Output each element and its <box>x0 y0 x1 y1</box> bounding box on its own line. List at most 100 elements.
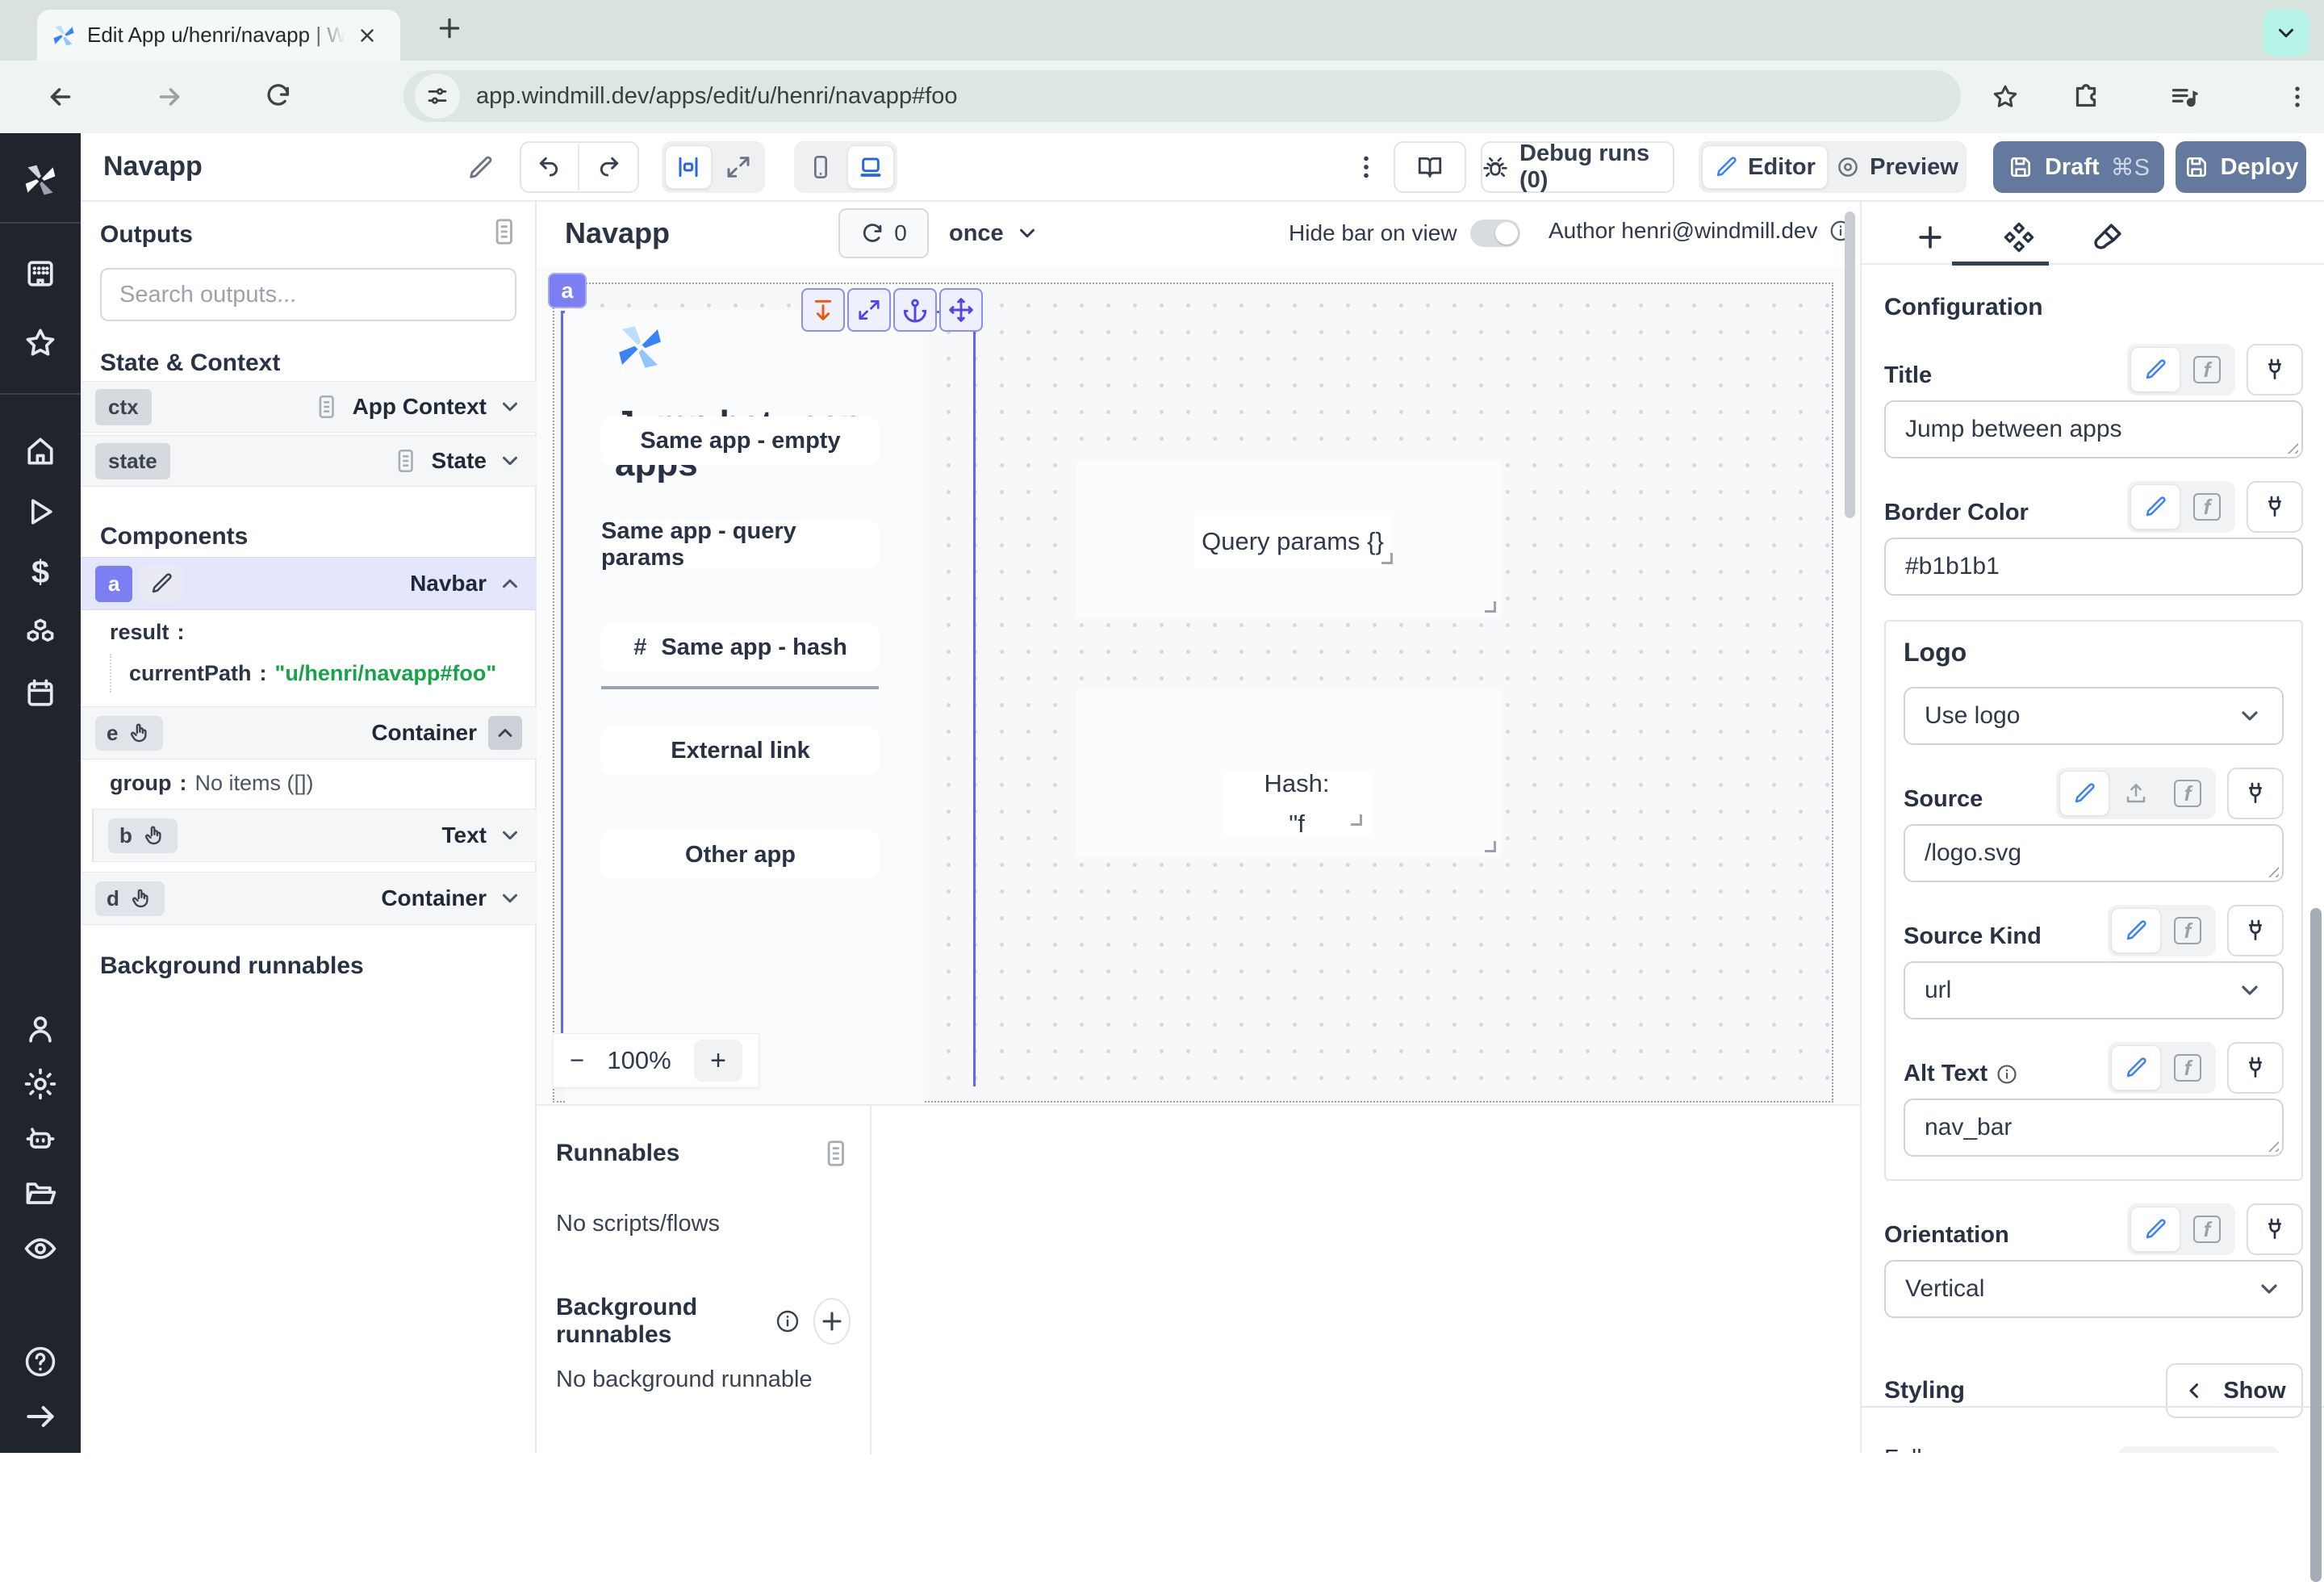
sidebar-item-users[interactable] <box>23 1011 58 1047</box>
source-kind-select[interactable]: url <box>1904 961 2284 1019</box>
query-params-container[interactable]: Query params {} <box>1076 462 1501 617</box>
current-path-row[interactable]: currentPath: "u/henri/navapp#foo" <box>110 654 496 693</box>
forward-button[interactable] <box>141 69 198 125</box>
deploy-button[interactable]: Deploy <box>2176 141 2306 193</box>
component-right-bound[interactable] <box>973 311 976 1086</box>
source-input[interactable]: /logo.svg <box>1904 824 2284 882</box>
static-input-button[interactable] <box>2130 484 2180 529</box>
browser-tab[interactable]: Edit App u/henri/navapp | Win <box>37 10 400 61</box>
debug-runs-button[interactable]: Debug runs (0) <box>1481 141 1674 193</box>
static-input-button[interactable] <box>2111 1045 2161 1090</box>
orientation-select[interactable]: Vertical <box>1884 1260 2303 1318</box>
fx-input-button[interactable]: f <box>2182 347 2232 392</box>
run-mode-select[interactable]: once <box>949 213 1039 253</box>
border-color-input[interactable]: #b1b1b1 <box>1884 538 2303 596</box>
component-row-d[interactable]: d Container <box>81 872 537 925</box>
resize-handle[interactable] <box>1381 553 1393 564</box>
draft-button[interactable]: Draft⌘S <box>1993 141 2164 193</box>
component-row-a[interactable]: a Navbar <box>81 557 537 610</box>
connect-plug-button[interactable] <box>2247 481 2303 533</box>
canvas-scrollbar[interactable] <box>1845 211 1855 518</box>
sidebar-item-variables[interactable]: $ <box>23 555 58 590</box>
nav-link-external[interactable]: External link <box>601 726 880 775</box>
info-icon[interactable] <box>775 1308 800 1334</box>
edit-id-pencil-icon[interactable] <box>140 565 182 602</box>
selected-component-tag[interactable]: a <box>548 273 587 308</box>
nav-link-same-app-query-params[interactable]: Same app - query params <box>601 521 880 569</box>
sidebar-item-favorites[interactable] <box>23 325 58 361</box>
sidebar-collapse-icon[interactable] <box>23 1399 58 1434</box>
doc-panel-icon[interactable] <box>488 216 519 247</box>
fx-input-button[interactable]: f <box>2163 771 2213 816</box>
sidebar-item-runs[interactable] <box>23 494 58 529</box>
canvas-grid[interactable]: Jump between apps Same app - empty Same … <box>553 282 1833 1103</box>
connect-plug-button[interactable] <box>2247 344 2303 396</box>
sidebar-item-workers[interactable] <box>23 1121 58 1157</box>
tab-styling[interactable] <box>2063 213 2152 262</box>
fx-input-button[interactable]: f <box>2163 1045 2213 1090</box>
tab-preview[interactable]: Preview <box>1831 145 1963 189</box>
show-styling-button[interactable]: Show <box>2166 1363 2303 1418</box>
refresh-counter[interactable]: 0 <box>838 208 929 258</box>
browser-menu-icon[interactable] <box>2269 69 2324 125</box>
tab-component-settings[interactable] <box>1975 213 2063 262</box>
component-left-bound[interactable] <box>561 311 563 1086</box>
media-controls-icon[interactable] <box>2156 69 2213 125</box>
url-bar[interactable]: app.windmill.dev/apps/edit/u/henri/navap… <box>403 70 1961 122</box>
chevron-down-icon[interactable] <box>498 886 522 910</box>
nav-link-same-app-hash[interactable]: # Same app - hash <box>601 623 880 672</box>
nav-link-same-app-empty[interactable]: Same app - empty <box>601 416 880 465</box>
fx-input-button[interactable]: f <box>2182 484 2232 529</box>
sidebar-item-resources[interactable] <box>23 615 58 651</box>
nav-link-other-app[interactable]: Other app <box>601 831 880 879</box>
connect-plug-button[interactable] <box>2247 1203 2303 1255</box>
title-input[interactable]: Jump between apps <box>1884 400 2303 458</box>
doc-icon[interactable] <box>820 1138 851 1169</box>
component-row-e[interactable]: e Container <box>81 706 537 760</box>
chevron-up-icon[interactable] <box>498 571 522 596</box>
component-row-b[interactable]: b Text <box>92 809 537 862</box>
desktop-view-button[interactable] <box>847 145 894 189</box>
chevron-down-icon[interactable] <box>498 823 522 848</box>
resize-handle[interactable] <box>1485 841 1496 852</box>
centered-layout-button[interactable] <box>665 145 712 189</box>
tab-search-button[interactable] <box>2263 10 2309 56</box>
tab-editor[interactable]: Editor <box>1702 145 1828 189</box>
bookmark-star-icon[interactable] <box>1977 69 2034 125</box>
new-tab-button[interactable] <box>436 15 463 42</box>
reload-button[interactable] <box>250 69 307 125</box>
expand-button[interactable] <box>847 288 891 332</box>
rename-pencil-icon[interactable] <box>466 154 494 182</box>
info-icon[interactable] <box>1996 1063 2018 1086</box>
upload-button[interactable] <box>2111 771 2161 816</box>
hash-container[interactable]: Hash: "f <box>1076 689 1501 857</box>
tab-close-icon[interactable] <box>357 25 378 46</box>
redo-button[interactable] <box>579 144 637 190</box>
move-button[interactable] <box>939 288 983 332</box>
alt-text-input[interactable]: nav_bar <box>1904 1099 2284 1157</box>
site-settings-icon[interactable] <box>415 73 460 119</box>
zoom-out-button[interactable]: − <box>570 1046 584 1075</box>
chevron-down-icon[interactable] <box>498 395 522 419</box>
sidebar-item-schedules[interactable] <box>23 676 58 711</box>
extensions-icon[interactable] <box>2058 69 2114 125</box>
sidebar-item-help[interactable] <box>23 1344 58 1379</box>
sidebar-item-settings[interactable] <box>23 1066 58 1102</box>
fx-input-button[interactable]: f <box>2163 908 2213 953</box>
resize-handle[interactable] <box>1485 601 1496 613</box>
windmill-logo[interactable] <box>23 162 58 198</box>
static-input-button[interactable] <box>2130 347 2180 392</box>
connect-plug-button[interactable] <box>2227 1042 2284 1094</box>
logo-select[interactable]: Use logo <box>1904 687 2284 745</box>
undo-button[interactable] <box>521 144 579 190</box>
output-row-state[interactable]: state State <box>81 435 537 487</box>
hide-bar-toggle[interactable] <box>1470 220 1520 247</box>
chevron-up-icon[interactable] <box>488 716 522 750</box>
expand-down-button[interactable] <box>801 288 845 332</box>
static-input-button[interactable] <box>2059 771 2109 816</box>
tab-insert-component[interactable] <box>1886 213 1975 262</box>
mobile-view-button[interactable] <box>797 145 844 189</box>
static-input-button[interactable] <box>2111 908 2161 953</box>
sidebar-item-home[interactable] <box>23 433 58 469</box>
query-params-text[interactable]: Query params {} <box>1194 516 1391 567</box>
